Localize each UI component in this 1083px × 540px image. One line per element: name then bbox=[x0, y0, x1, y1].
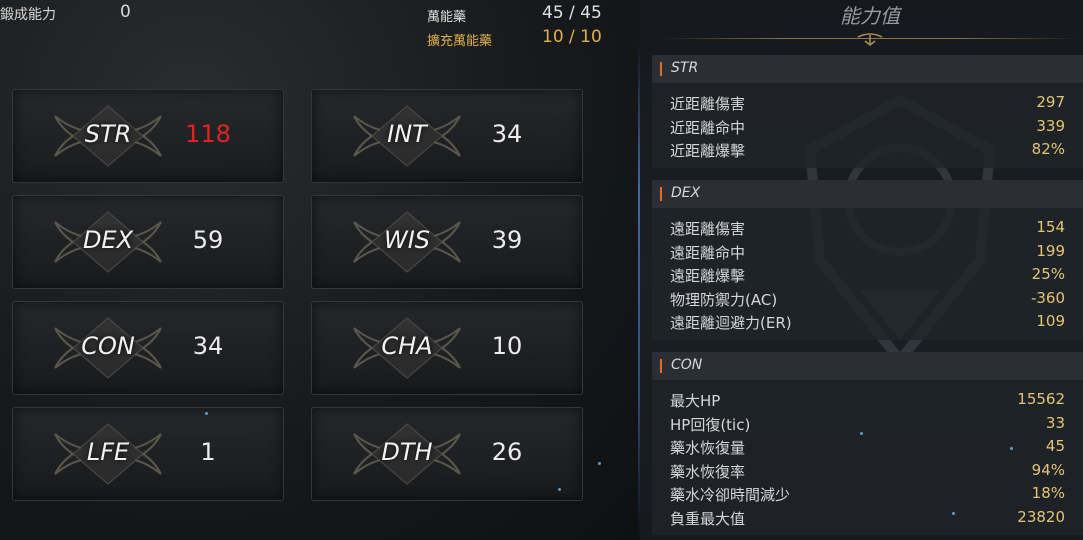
section-title: DEX bbox=[671, 185, 701, 201]
stat-detail-label: 遠距離傷害 bbox=[670, 220, 746, 238]
bonus-ability-label: 鍛成能力 bbox=[0, 7, 56, 23]
panel-title: 能力值 bbox=[840, 4, 900, 28]
stat-value: 10 bbox=[491, 332, 523, 360]
elixir-value: 45 / 45 bbox=[542, 3, 602, 23]
section-str: STR 近距離傷害 297 近距離命中 339 近距離爆擊 82% bbox=[652, 55, 1083, 168]
stat-detail-label: 藥水恢復率 bbox=[670, 462, 746, 481]
stat-detail-label: 最大HP bbox=[670, 392, 721, 410]
stat-name: DEX bbox=[82, 226, 134, 254]
section-marker bbox=[660, 62, 662, 76]
stat-detail-value: 25% bbox=[1031, 265, 1065, 283]
stat-value: 59 bbox=[192, 226, 224, 254]
stat-detail-value: 45 bbox=[1045, 437, 1065, 455]
stat-detail-value: 154 bbox=[1036, 218, 1065, 236]
stat-detail-label: 近距離爆擊 bbox=[670, 142, 746, 160]
stat-detail-label: 負重最大值 bbox=[670, 509, 746, 528]
stat-box-cha[interactable]: CHA 10 bbox=[311, 301, 583, 395]
particle-effect bbox=[205, 412, 208, 415]
elixir-label: 萬能藥 bbox=[427, 10, 467, 25]
stat-detail-value: 23820 bbox=[1017, 507, 1065, 526]
ornament-icon bbox=[857, 33, 883, 47]
particle-effect bbox=[1010, 447, 1013, 450]
particle-effect bbox=[952, 512, 955, 515]
stat-box-str[interactable]: STR 118 bbox=[12, 89, 284, 183]
stat-value: 1 bbox=[200, 438, 216, 466]
stat-detail-label: HP回復(tic) bbox=[670, 415, 751, 434]
stat-detail-label: 近距離命中 bbox=[670, 118, 746, 137]
stat-box-dex[interactable]: DEX 59 bbox=[12, 195, 284, 289]
stat-value: 118 bbox=[185, 120, 231, 148]
stat-detail-value: 18% bbox=[1031, 484, 1065, 502]
stat-name: STR bbox=[84, 120, 132, 148]
stat-value: 34 bbox=[491, 120, 523, 148]
stat-detail-value: -360 bbox=[1030, 288, 1065, 307]
section-title: STR bbox=[671, 60, 699, 76]
stat-detail-value: 94% bbox=[1031, 460, 1065, 479]
particle-effect bbox=[860, 432, 863, 435]
stat-name: CON bbox=[81, 332, 135, 360]
stat-detail-label: 遠距離命中 bbox=[670, 243, 746, 262]
stat-detail-value: 297 bbox=[1036, 93, 1065, 111]
stat-detail-label: 藥水冷卻時間減少 bbox=[670, 486, 791, 504]
section-marker bbox=[660, 187, 662, 201]
bonus-ability-value: 0 bbox=[120, 2, 131, 22]
stat-name: DTH bbox=[381, 438, 433, 466]
section-header: CON bbox=[652, 352, 1083, 380]
particle-effect bbox=[598, 462, 601, 465]
section-header: STR bbox=[652, 55, 1083, 83]
stat-name: INT bbox=[387, 120, 427, 148]
stat-value: 34 bbox=[192, 332, 224, 360]
stat-detail-value: 15562 bbox=[1017, 390, 1065, 408]
stat-box-wis[interactable]: WIS 39 bbox=[311, 195, 583, 289]
section-con: CON 最大HP 15562 HP回復(tic) 33 藥水恢復量 45 藥水恢復率 94% 藥水… bbox=[652, 352, 1083, 535]
stat-box-int[interactable]: INT 34 bbox=[311, 89, 583, 183]
stat-value: 39 bbox=[491, 226, 523, 254]
section-marker bbox=[660, 359, 662, 373]
stat-name: CHA bbox=[381, 332, 433, 360]
stat-detail-value: 199 bbox=[1036, 241, 1065, 260]
stat-detail-label: 遠距離爆擊 bbox=[670, 267, 746, 285]
section-dex: DEX 遠距離傷害 154 遠距離命中 199 遠距離爆擊 25% 物理防禦力(AC) -360… bbox=[652, 180, 1083, 340]
ext-elixir-value: 10 / 10 bbox=[542, 27, 602, 47]
stat-box-con[interactable]: CON 34 bbox=[12, 301, 284, 395]
panel-divider bbox=[638, 40, 640, 540]
stat-detail-label: 物理防禦力(AC) bbox=[670, 290, 778, 309]
stat-detail-label: 近距離傷害 bbox=[670, 95, 746, 113]
ext-elixir-label: 擴充萬能藥 bbox=[427, 34, 493, 49]
stat-box-dth[interactable]: DTH 26 bbox=[311, 407, 583, 501]
stat-box-lfe[interactable]: LFE 1 bbox=[12, 407, 284, 501]
stat-name: WIS bbox=[383, 226, 431, 254]
stat-value: 26 bbox=[491, 438, 523, 466]
stat-detail-value: 82% bbox=[1031, 140, 1065, 158]
particle-effect bbox=[558, 488, 561, 491]
stat-detail-value: 33 bbox=[1045, 413, 1065, 432]
stat-name: LFE bbox=[86, 438, 130, 466]
stat-detail-value: 339 bbox=[1036, 116, 1065, 135]
stat-detail-value: 109 bbox=[1036, 312, 1065, 330]
stat-detail-label: 遠距離迴避力(ER) bbox=[670, 314, 792, 332]
stat-detail-label: 藥水恢復量 bbox=[670, 439, 746, 457]
section-title: CON bbox=[671, 357, 703, 373]
section-header: DEX bbox=[652, 180, 1083, 208]
